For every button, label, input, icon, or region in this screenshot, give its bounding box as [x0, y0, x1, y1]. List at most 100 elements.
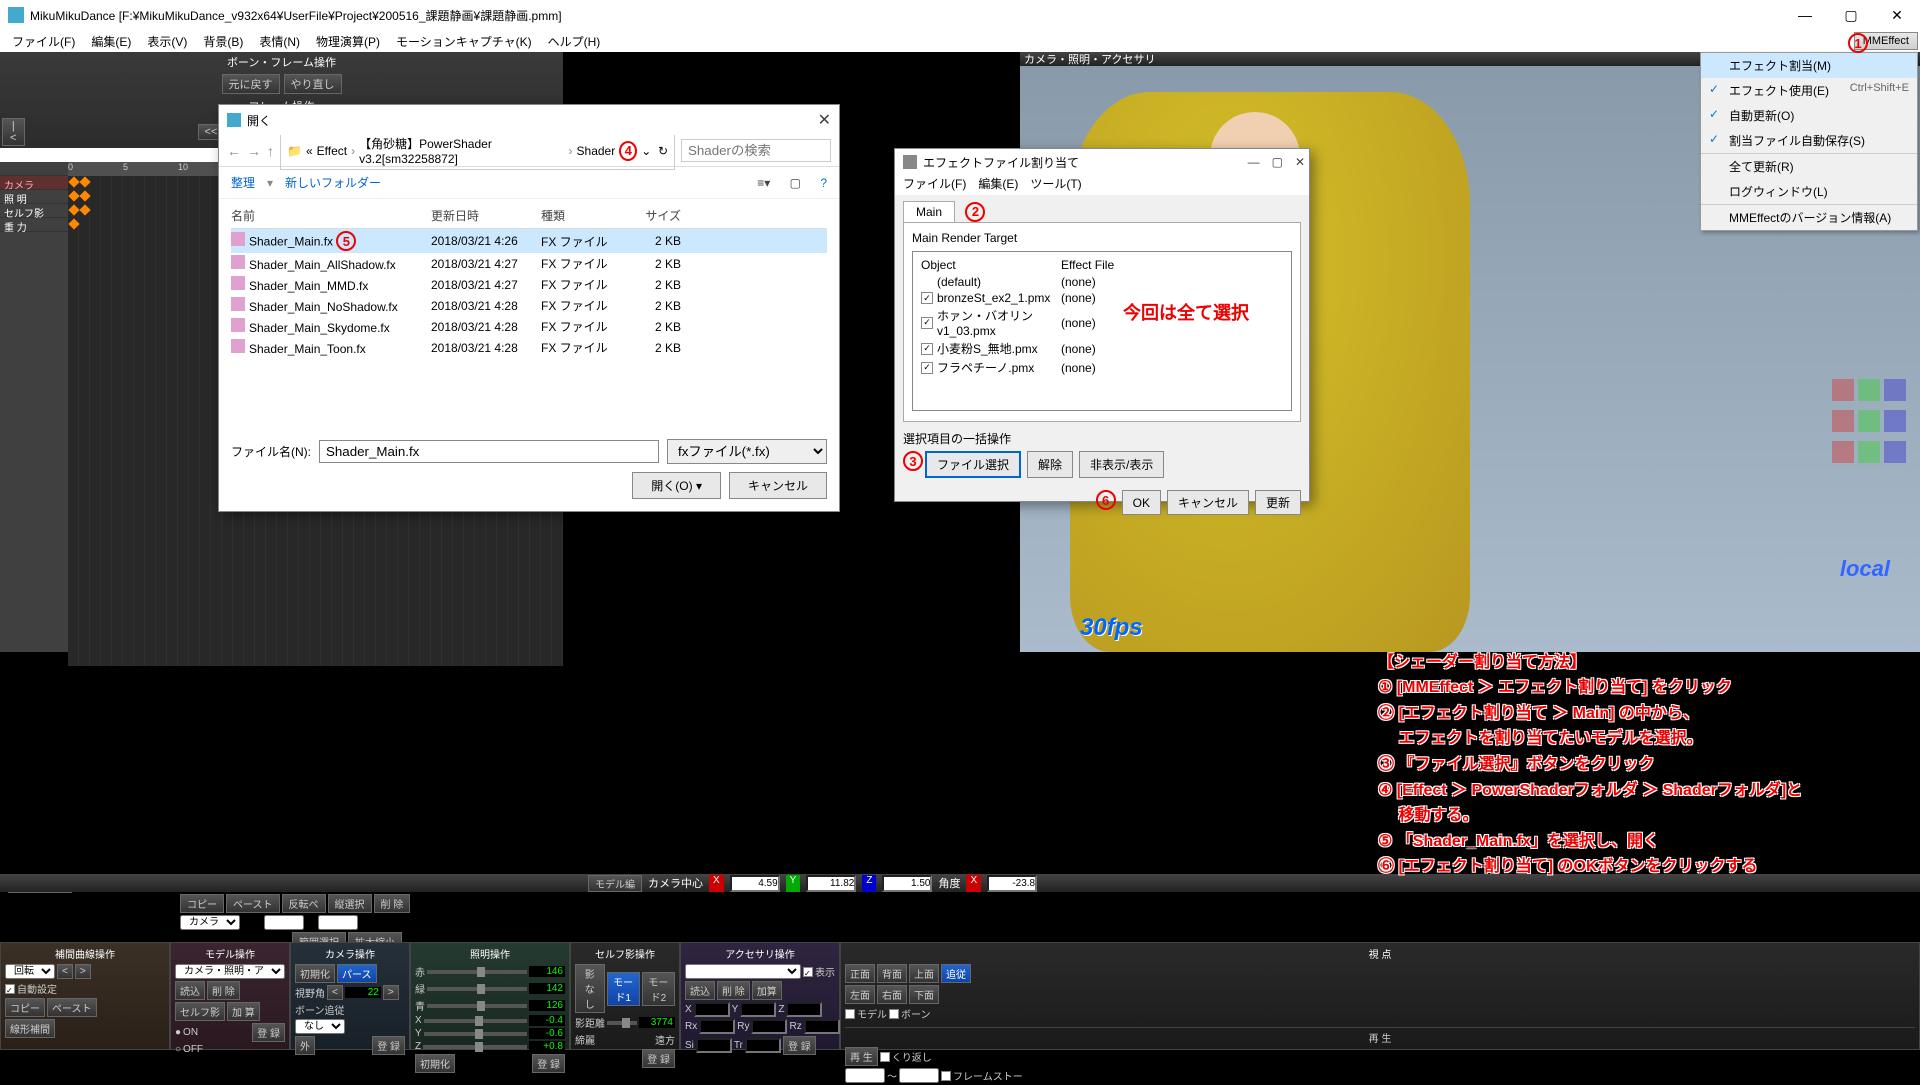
camera-select[interactable]: カメラ [180, 915, 240, 930]
lz-slider[interactable] [423, 1045, 527, 1049]
object-list[interactable]: ObjectEffect File (default)(none) bronze… [912, 251, 1292, 411]
nav-fwd-button[interactable]: → [247, 143, 261, 159]
object-item[interactable]: 小麦粉S_無地.pmx(none) [917, 339, 1287, 358]
x-input[interactable] [730, 875, 780, 892]
file-item[interactable]: Shader_Main_Skydome.fx2018/03/21 4:28FX … [231, 316, 827, 337]
ed-menu-edit[interactable]: 編集(E) [978, 175, 1018, 195]
mme-auto-save[interactable]: 割当ファイル自動保存(S) [1701, 128, 1917, 154]
model-delete[interactable]: 削 除 [207, 981, 240, 1000]
menu-help[interactable]: ヘルプ(H) [540, 31, 609, 52]
maximize-button[interactable]: ▢ [1828, 0, 1874, 30]
object-checkbox[interactable] [921, 292, 933, 304]
ly-slider[interactable] [424, 1032, 527, 1036]
reverse-button[interactable]: 反転ペ [282, 894, 326, 913]
lx-slider[interactable] [424, 1019, 527, 1023]
mme-auto-update[interactable]: 自動更新(O) [1701, 103, 1917, 128]
ed-close[interactable]: ✕ [1295, 155, 1305, 169]
green-slider[interactable] [427, 987, 527, 991]
copy-button[interactable]: コピー [180, 894, 224, 913]
file-item[interactable]: Shader_Main_Toon.fx2018/03/21 4:28FX ファイ… [231, 337, 827, 358]
minimize-button[interactable]: — [1782, 0, 1828, 30]
col-name[interactable]: 名前 [231, 207, 431, 224]
filename-input[interactable] [319, 440, 659, 463]
interp-select[interactable]: 回転 [5, 964, 55, 979]
ed-min[interactable]: — [1248, 155, 1260, 169]
ok-button[interactable]: OK [1122, 490, 1161, 515]
mme-update-all[interactable]: 全て更新(R) [1701, 154, 1917, 179]
open-button[interactable]: 開く(O) ▾ [632, 472, 721, 499]
v-select-button[interactable]: 縦選択 [328, 894, 372, 913]
file-filter[interactable]: fxファイル(*.fx) [667, 439, 827, 464]
object-checkbox[interactable] [921, 362, 933, 374]
tl-light-row[interactable]: 照 明 [0, 190, 68, 204]
undo-button[interactable]: 元に戻す [222, 74, 280, 94]
interp-copy[interactable]: コピー [5, 998, 45, 1017]
cancel-button[interactable]: キャンセル [1167, 490, 1249, 515]
nav-up-button[interactable]: ↑ [267, 143, 274, 159]
angle-x-input[interactable] [987, 875, 1037, 892]
model-edit-button[interactable]: モデル編 [588, 875, 642, 892]
camera-register[interactable]: 登 録 [372, 1036, 405, 1055]
menu-edit[interactable]: 編集(E) [83, 31, 139, 52]
view-gizmo[interactable] [1830, 377, 1910, 457]
model-shadow[interactable]: セルフ影 [175, 1002, 225, 1021]
y-input[interactable] [806, 875, 856, 892]
main-tab[interactable]: Main [903, 201, 955, 222]
preview-button[interactable]: ▢ [790, 176, 801, 190]
view-button[interactable]: ≡▾ [757, 176, 770, 190]
file-item[interactable]: Shader_Main_MMD.fx2018/03/21 4:27FX ファイル… [231, 274, 827, 295]
z-input[interactable] [882, 875, 932, 892]
menu-background[interactable]: 背景(B) [195, 31, 251, 52]
mme-effect-use[interactable]: エフェクト使用(E)Ctrl+Shift+E [1701, 78, 1917, 103]
red-slider[interactable] [427, 970, 527, 974]
file-select-button[interactable]: ファイル選択 [925, 451, 1021, 478]
tl-gravity-row[interactable]: 重 力 [0, 218, 68, 232]
menu-physics[interactable]: 物理演算(P) [308, 31, 388, 52]
ed-menu-file[interactable]: ファイル(F) [903, 175, 966, 195]
organize-button[interactable]: 整理 [231, 174, 255, 191]
model-load[interactable]: 読込 [175, 981, 205, 1000]
shadow-register[interactable]: 登 録 [642, 1049, 675, 1068]
interp-paste[interactable]: ペースト [47, 998, 97, 1017]
release-button[interactable]: 解除 [1027, 451, 1073, 478]
object-checkbox[interactable] [921, 343, 933, 355]
paste-button[interactable]: ペースト [226, 894, 280, 913]
blue-slider[interactable] [427, 1004, 527, 1008]
dialog-close-button[interactable]: ✕ [818, 110, 831, 130]
ed-max[interactable]: ▢ [1272, 155, 1283, 169]
range-start[interactable] [264, 915, 304, 930]
new-folder-button[interactable]: 新しいフォルダー [285, 174, 381, 191]
redo-button[interactable]: やり直し [284, 74, 342, 94]
nav-back-button[interactable]: ← [227, 143, 241, 159]
light-register[interactable]: 登 録 [532, 1054, 565, 1073]
ed-menu-tool[interactable]: ツール(T) [1030, 175, 1081, 195]
close-button[interactable]: ✕ [1874, 0, 1920, 30]
camera-init[interactable]: 初期化 [295, 964, 335, 983]
tl-camera-row[interactable]: カメラ [0, 176, 68, 190]
mme-version[interactable]: MMEffectのバージョン情報(A) [1701, 205, 1917, 230]
range-end[interactable] [318, 915, 358, 930]
model-register[interactable]: 登 録 [252, 1023, 285, 1042]
linear-button[interactable]: 線形補間 [5, 1019, 55, 1038]
auto-check[interactable] [5, 984, 15, 994]
object-checkbox[interactable] [921, 317, 933, 329]
menu-expression[interactable]: 表情(N) [251, 31, 308, 52]
delete-button[interactable]: 削 除 [374, 894, 411, 913]
col-type[interactable]: 種類 [541, 207, 631, 224]
update-button[interactable]: 更新 [1255, 490, 1301, 515]
camera-perse[interactable]: パース [337, 964, 377, 983]
help-button[interactable]: ? [820, 176, 827, 190]
menu-mocap[interactable]: モーションキャプチャ(K) [388, 31, 540, 52]
menu-file[interactable]: ファイル(F) [4, 31, 83, 52]
mme-effect-assign[interactable]: エフェクト割当(M) [1701, 53, 1917, 78]
tl-shadow-row[interactable]: セルフ影 [0, 204, 68, 218]
model-select[interactable]: カメラ・照明・アクセサリ [175, 964, 285, 979]
frame-first-button[interactable]: |< [2, 118, 25, 146]
file-item[interactable]: Shader_Main_AllShadow.fx2018/03/21 4:27F… [231, 253, 827, 274]
file-item[interactable]: Shader_Main.fx 52018/03/21 4:26FX ファイル2 … [231, 229, 827, 253]
col-size[interactable]: サイズ [631, 207, 681, 224]
menu-view[interactable]: 表示(V) [139, 31, 195, 52]
file-item[interactable]: Shader_Main_NoShadow.fx2018/03/21 4:28FX… [231, 295, 827, 316]
object-item[interactable]: フラペチーノ.pmx(none) [917, 358, 1287, 377]
search-input[interactable] [681, 139, 831, 162]
